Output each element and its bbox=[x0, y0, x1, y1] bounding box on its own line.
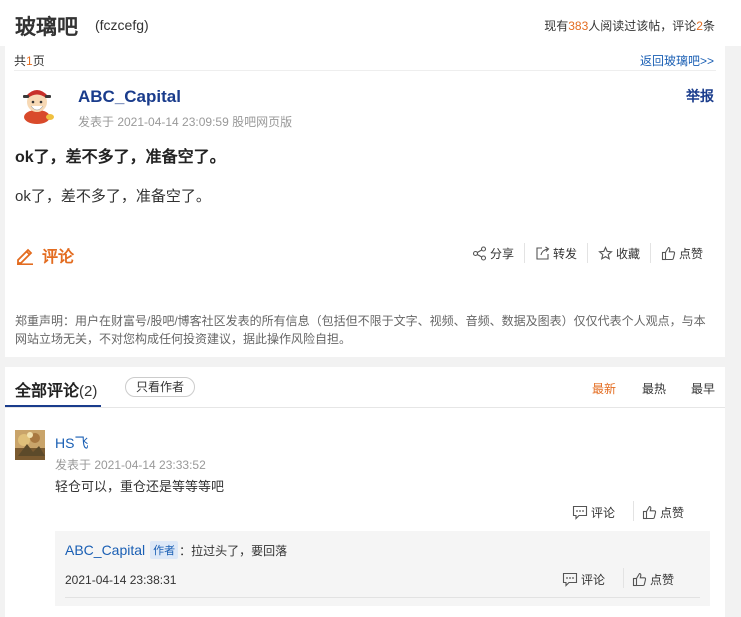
only-author-button[interactable]: 只看作者 bbox=[125, 377, 196, 397]
read-stats: 现有383人阅读过该帖，评论2条 bbox=[544, 17, 715, 34]
reply-header: ABC_Capital 作者 ：拉过头了，要回落 bbox=[65, 541, 287, 559]
star-icon bbox=[598, 245, 613, 261]
action-divider bbox=[623, 568, 624, 588]
forum-header: 玻璃吧 (fczcefg) 现有383人阅读过该帖，评论2条 bbox=[0, 0, 741, 46]
share-button[interactable]: 分享 bbox=[472, 245, 514, 262]
like-label: 点赞 bbox=[679, 246, 704, 261]
comment-time: 发表于 2021-04-14 23:33:52 bbox=[55, 458, 206, 472]
stats-readers: 383 bbox=[568, 19, 589, 33]
stats-mid: 人阅读过该帖，评论 bbox=[588, 19, 697, 33]
page-count-suffix: 页 bbox=[32, 54, 45, 68]
post-title: ok了，差不多了，准备空了。 bbox=[15, 149, 226, 166]
favorite-label: 收藏 bbox=[616, 246, 641, 261]
repost-label: 转发 bbox=[553, 246, 578, 261]
page-count-number: 1 bbox=[26, 54, 33, 68]
tab-all-comments-label: 全部评论 bbox=[15, 383, 80, 400]
comment-bubble-icon bbox=[572, 505, 588, 520]
favorite-button[interactable]: 收藏 bbox=[598, 245, 640, 262]
forum-code: (fczcefg) bbox=[95, 17, 149, 33]
comment-like-button[interactable]: 点赞 bbox=[642, 504, 684, 521]
disclaimer-text: 郑重声明：用户在财富号/股吧/博客社区发表的所有信息（包括但不限于文字、视频、音… bbox=[15, 314, 706, 346]
action-divider bbox=[633, 501, 634, 521]
post-body: ok了，差不多了，准备空了。 bbox=[15, 188, 211, 205]
post-card: 共1页 返回玻璃吧>> ABC_Capital 发表于 2021-04-14 2… bbox=[5, 46, 725, 357]
tabs-divider bbox=[5, 407, 725, 408]
comment-reply-button[interactable]: 评论 bbox=[572, 504, 615, 521]
report-button[interactable]: 举报 bbox=[686, 86, 714, 106]
stats-comments: 2 bbox=[696, 19, 703, 33]
comment-text: 轻仓可以，重仓还是等等等吧 bbox=[55, 479, 225, 494]
reply-time: 2021-04-14 23:38:31 bbox=[65, 573, 177, 587]
reply-like-button[interactable]: 点赞 bbox=[632, 571, 674, 588]
repost-button[interactable]: 转发 bbox=[535, 245, 577, 262]
sort-earliest[interactable]: 最早 bbox=[691, 380, 715, 397]
thumbs-up-icon bbox=[632, 572, 647, 587]
forum-name[interactable]: 玻璃吧 bbox=[15, 11, 78, 41]
reply-comment-button[interactable]: 评论 bbox=[562, 571, 605, 588]
comment-bubble-icon bbox=[562, 572, 578, 587]
reply-text: ：拉过头了，要回落 bbox=[179, 543, 288, 558]
sort-newest[interactable]: 最新 bbox=[592, 380, 616, 397]
repost-icon bbox=[535, 246, 550, 261]
reply-bottom-divider bbox=[65, 597, 700, 598]
stats-prefix: 现有 bbox=[544, 19, 569, 33]
tab-all-comments[interactable]: 全部评论(2) bbox=[15, 377, 97, 401]
comment-like-label: 点赞 bbox=[660, 506, 685, 520]
thumbs-up-icon bbox=[642, 505, 657, 520]
author-badge: 作者 bbox=[150, 541, 179, 559]
action-divider bbox=[524, 243, 526, 263]
page-count: 共1页 bbox=[14, 52, 45, 69]
author-avatar[interactable] bbox=[17, 84, 57, 124]
action-divider bbox=[650, 243, 652, 263]
back-to-forum-link[interactable]: 返回玻璃吧>> bbox=[640, 52, 714, 69]
comments-section: 全部评论(2) 只看作者 最新 最热 最早 HS飞 发表于 2021-04-14… bbox=[5, 367, 725, 617]
post-comment-label: 评论 bbox=[42, 249, 75, 266]
reply-like-label: 点赞 bbox=[650, 573, 675, 587]
thumbs-up-icon bbox=[661, 246, 676, 261]
comment-count: (2) bbox=[79, 383, 98, 400]
post-comment-button[interactable]: 评论 bbox=[15, 243, 74, 267]
commenter-avatar[interactable] bbox=[15, 430, 45, 460]
post-meta: 发表于 2021-04-14 23:09:59 股吧网页版 bbox=[78, 115, 293, 129]
sort-hottest[interactable]: 最热 bbox=[642, 380, 666, 397]
share-icon bbox=[472, 245, 487, 261]
reply-author[interactable]: ABC_Capital bbox=[65, 542, 145, 558]
post-action-bar: 分享 转发 收藏 点赞 bbox=[472, 243, 703, 263]
reply-comment-label: 评论 bbox=[581, 573, 606, 587]
like-button[interactable]: 点赞 bbox=[661, 245, 703, 262]
comment-reply-label: 评论 bbox=[591, 506, 616, 520]
stats-suffix: 条 bbox=[702, 19, 715, 33]
page-count-prefix: 共 bbox=[14, 54, 27, 68]
action-divider bbox=[587, 243, 589, 263]
reply-box: ABC_Capital 作者 ：拉过头了，要回落 2021-04-14 23:3… bbox=[55, 531, 710, 606]
pencil-icon bbox=[15, 245, 35, 265]
post-author-name[interactable]: ABC_Capital bbox=[78, 87, 181, 107]
commenter-name[interactable]: HS飞 bbox=[55, 433, 88, 453]
divider bbox=[14, 70, 716, 71]
share-label: 分享 bbox=[490, 246, 515, 261]
